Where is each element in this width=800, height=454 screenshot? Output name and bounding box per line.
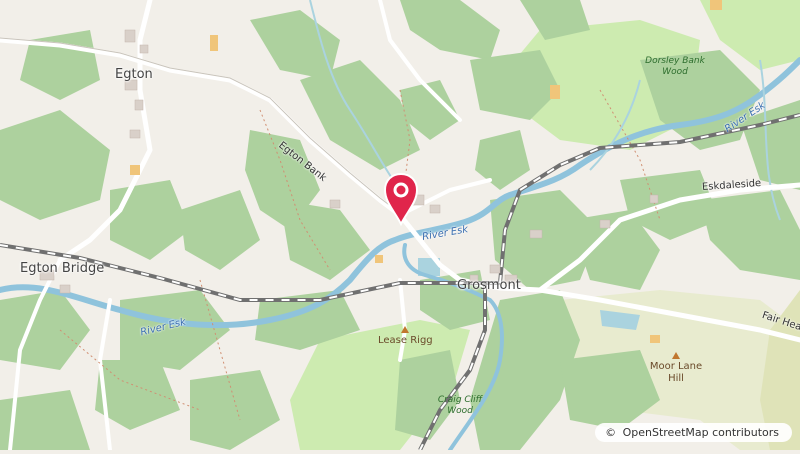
map-canvas[interactable]: Egton Egton Bridge Grosmont Egton Bank E… [0, 0, 800, 452]
peak-triangle-icon [672, 352, 680, 359]
peak-label-lease-rigg: Lease Rigg [378, 335, 433, 346]
attribution-badge: © OpenStreetMap contributors [595, 423, 792, 442]
copyright-icon: © [605, 426, 617, 439]
place-label-grosmont: Grosmont [457, 278, 521, 293]
wood-label-craig-cliff: Craig Cliff Wood [437, 395, 483, 416]
map-pin-shape [383, 172, 419, 227]
peak-triangle-icon [401, 326, 410, 333]
place-label-egton-bridge: Egton Bridge [20, 261, 105, 276]
attribution-link[interactable]: OpenStreetMap contributors [623, 426, 779, 439]
peak-moor-lane-hill: Moor Lane Hill [646, 352, 706, 385]
peak-lease-rigg: Lease Rigg [378, 326, 433, 347]
peak-label-moor-lane-hill: Moor Lane Hill [649, 361, 703, 384]
wood-label-dorsley-bank: Dorsley Bank Wood [645, 56, 705, 77]
map-pin-icon[interactable] [381, 170, 421, 227]
place-label-egton: Egton [115, 67, 153, 82]
